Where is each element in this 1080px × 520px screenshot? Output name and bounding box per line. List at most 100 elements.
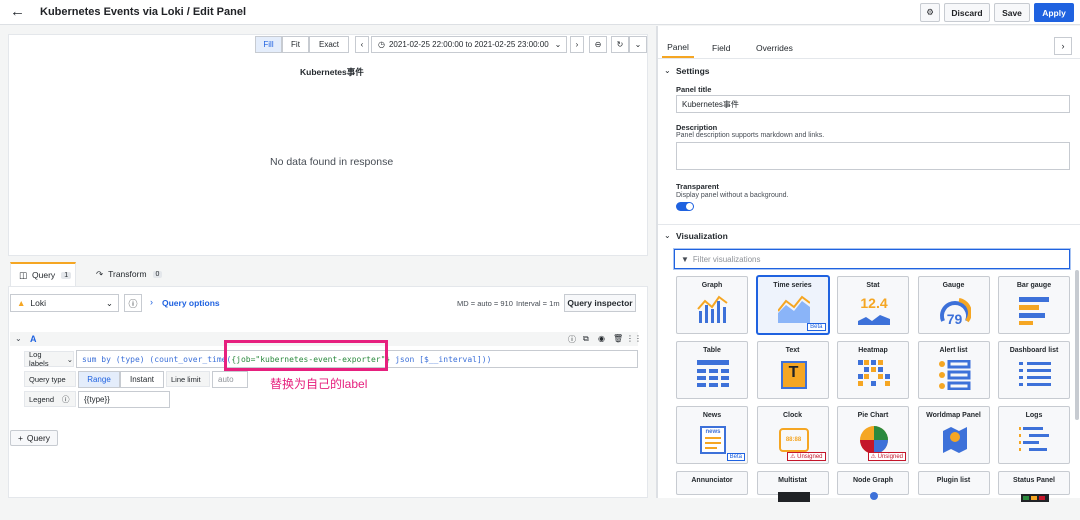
panel-title: Kubernetes事件 (300, 67, 364, 77)
time-forward-button[interactable]: › (570, 36, 584, 53)
zoom-out-button[interactable]: ⊖ (589, 36, 607, 53)
transparent-toggle[interactable] (676, 202, 694, 211)
viz-tile-table[interactable]: Table (676, 341, 748, 399)
query-inspector-button[interactable]: Query inspector (564, 294, 636, 312)
viz-tile-multistat[interactable]: Multistat (756, 471, 829, 502)
description-textarea[interactable] (676, 142, 1070, 170)
annotation-highlight-box (224, 340, 388, 371)
viz-tile-pie-chart[interactable]: Pie Chart ⚠ Unsigned (837, 406, 909, 464)
transparent-label: Transparent (676, 182, 719, 191)
panel-title-input[interactable]: Kubernetes事件 (676, 95, 1070, 113)
tab-transform-count: 0 (152, 270, 163, 278)
tab-transform[interactable]: ↷ Transform 0 (96, 262, 163, 286)
log-labels-button[interactable]: Log labels ⌄ (24, 350, 74, 368)
unsigned-badge: ⚠ Unsigned (867, 452, 906, 461)
back-arrow-icon[interactable]: ← (10, 3, 25, 21)
viz-tile-sub-text: news (705, 429, 721, 435)
add-query-button[interactable]: + Query (10, 430, 58, 446)
viz-tile-annunciator[interactable]: Annunciator (676, 471, 748, 495)
fill-toggle[interactable]: Fill (255, 36, 282, 53)
viz-tile-graph[interactable]: Graph (676, 276, 748, 334)
settings-section-header[interactable]: Settings (676, 66, 710, 76)
no-data-message: No data found in response (270, 156, 394, 168)
viz-tile-stat[interactable]: Stat 12.4 (837, 276, 909, 334)
chevron-down-icon[interactable]: ⌄ (664, 231, 671, 240)
viz-tile-big-text: T (788, 364, 799, 381)
viz-tile-gauge[interactable]: Gauge 79 (917, 276, 990, 334)
log-labels-text: Log labels (29, 350, 49, 368)
query-ref-id[interactable]: A (30, 334, 37, 344)
viz-tile-clock[interactable]: Clock 88:88 ⚠ Unsigned (756, 406, 829, 464)
datasource-help-button[interactable]: ⓘ (124, 294, 142, 312)
fit-toggle[interactable]: Fit (282, 36, 309, 53)
time-back-button[interactable]: ‹ (355, 36, 369, 53)
scrollbar[interactable] (1075, 270, 1079, 420)
viz-tile-heatmap[interactable]: Heatmap (837, 341, 909, 399)
filter-placeholder: Filter visualizations (692, 254, 761, 264)
viz-tile-label: Time series (773, 282, 812, 289)
unsigned-badge: ⚠ Unsigned (787, 452, 826, 461)
add-query-label: Query (26, 433, 51, 443)
instant-toggle[interactable]: Instant (120, 371, 164, 388)
viz-tile-alert-list[interactable]: Alert list (917, 341, 990, 399)
duplicate-icon[interactable]: ⧉ (583, 334, 589, 344)
viz-tile-label: Dashboard list (1009, 347, 1059, 354)
collapse-chevron-icon[interactable]: ⌄ (15, 334, 22, 343)
refresh-button[interactable]: ↻ (611, 36, 629, 53)
tab-overrides[interactable]: Overrides (756, 38, 793, 58)
time-range-picker[interactable]: ◷ 2021-02-25 22:00:00 to 2021-02-25 23:0… (371, 36, 567, 53)
drag-handle-icon[interactable]: ⋮⋮ (626, 334, 642, 343)
viz-tile-label: Bar gauge (1016, 282, 1052, 289)
viz-tile-node-graph[interactable]: Node Graph (837, 471, 909, 500)
viz-tile-label: Multistat (778, 477, 807, 484)
chevron-left-icon: ‹ (360, 40, 364, 49)
chevron-down-icon: ⌄ (634, 40, 642, 49)
legend-label-text: Legend (29, 394, 55, 404)
annotation-text: 替换为自己的label (270, 377, 368, 391)
tab-query-label: Query (32, 270, 56, 280)
refresh-interval-dropdown[interactable]: ⌄ (629, 36, 647, 53)
viz-tile-plugin-list[interactable]: Plugin list (917, 471, 990, 495)
datasource-select[interactable]: ▲ Loki ⌄ (10, 294, 119, 312)
viz-tile-status-panel[interactable]: Status Panel (998, 471, 1070, 502)
viz-tile-logs[interactable]: Logs (998, 406, 1070, 464)
help-icon[interactable]: ⓘ (568, 334, 576, 345)
viz-tile-label: Plugin list (936, 477, 971, 484)
collapse-options-button[interactable]: › (1054, 37, 1072, 55)
range-toggle[interactable]: Range (78, 371, 120, 388)
loki-logo-icon: ▲ (17, 298, 26, 308)
viz-tile-bar-gauge[interactable]: Bar gauge (998, 276, 1070, 334)
filter-visualizations-input[interactable]: ▼ Filter visualizations (674, 249, 1070, 269)
viz-tile-big-text: 79 (946, 311, 963, 327)
viz-tile-dashboard-list[interactable]: Dashboard list (998, 341, 1070, 399)
settings-gear-button[interactable]: ⚙ (920, 3, 940, 22)
query-options-link[interactable]: Query options (162, 298, 220, 308)
refresh-icon: ↻ (616, 40, 624, 49)
apply-button[interactable]: Apply (1034, 3, 1074, 22)
tab-panel[interactable]: Panel (662, 38, 694, 58)
viz-tile-worldmap-panel[interactable]: Worldmap Panel (917, 406, 990, 464)
chevron-down-icon: ⌄ (554, 40, 562, 49)
legend-input[interactable]: {{type}} (78, 391, 170, 408)
viz-tile-text[interactable]: Text T (756, 341, 829, 399)
visualization-section-header[interactable]: Visualization (676, 231, 728, 241)
viz-tile-label: Graph (701, 282, 723, 289)
query-type-label: Query type (24, 371, 76, 387)
tab-query-count: 1 (61, 271, 72, 279)
tab-query[interactable]: ◫ Query 1 (10, 262, 76, 286)
exact-toggle[interactable]: Exact (309, 36, 349, 53)
database-icon: ◫ (19, 269, 28, 280)
discard-button[interactable]: Discard (944, 3, 990, 22)
chevron-right-icon: › (150, 297, 153, 307)
save-button[interactable]: Save (994, 3, 1030, 22)
viz-tile-news[interactable]: News news Beta (676, 406, 748, 464)
line-limit-input[interactable]: auto (212, 371, 248, 388)
max-data-points-text: MD = auto = 910 (457, 299, 513, 308)
viz-tile-label: Logs (1025, 412, 1043, 419)
trash-icon[interactable]: 🗑 (613, 334, 623, 343)
chevron-down-icon[interactable]: ⌄ (664, 66, 671, 75)
help-icon: ⓘ (62, 394, 70, 404)
viz-tile-time-series[interactable]: Time series Beta (756, 276, 829, 334)
tab-field[interactable]: Field (712, 38, 730, 58)
eye-icon[interactable]: ◉ (598, 334, 605, 343)
